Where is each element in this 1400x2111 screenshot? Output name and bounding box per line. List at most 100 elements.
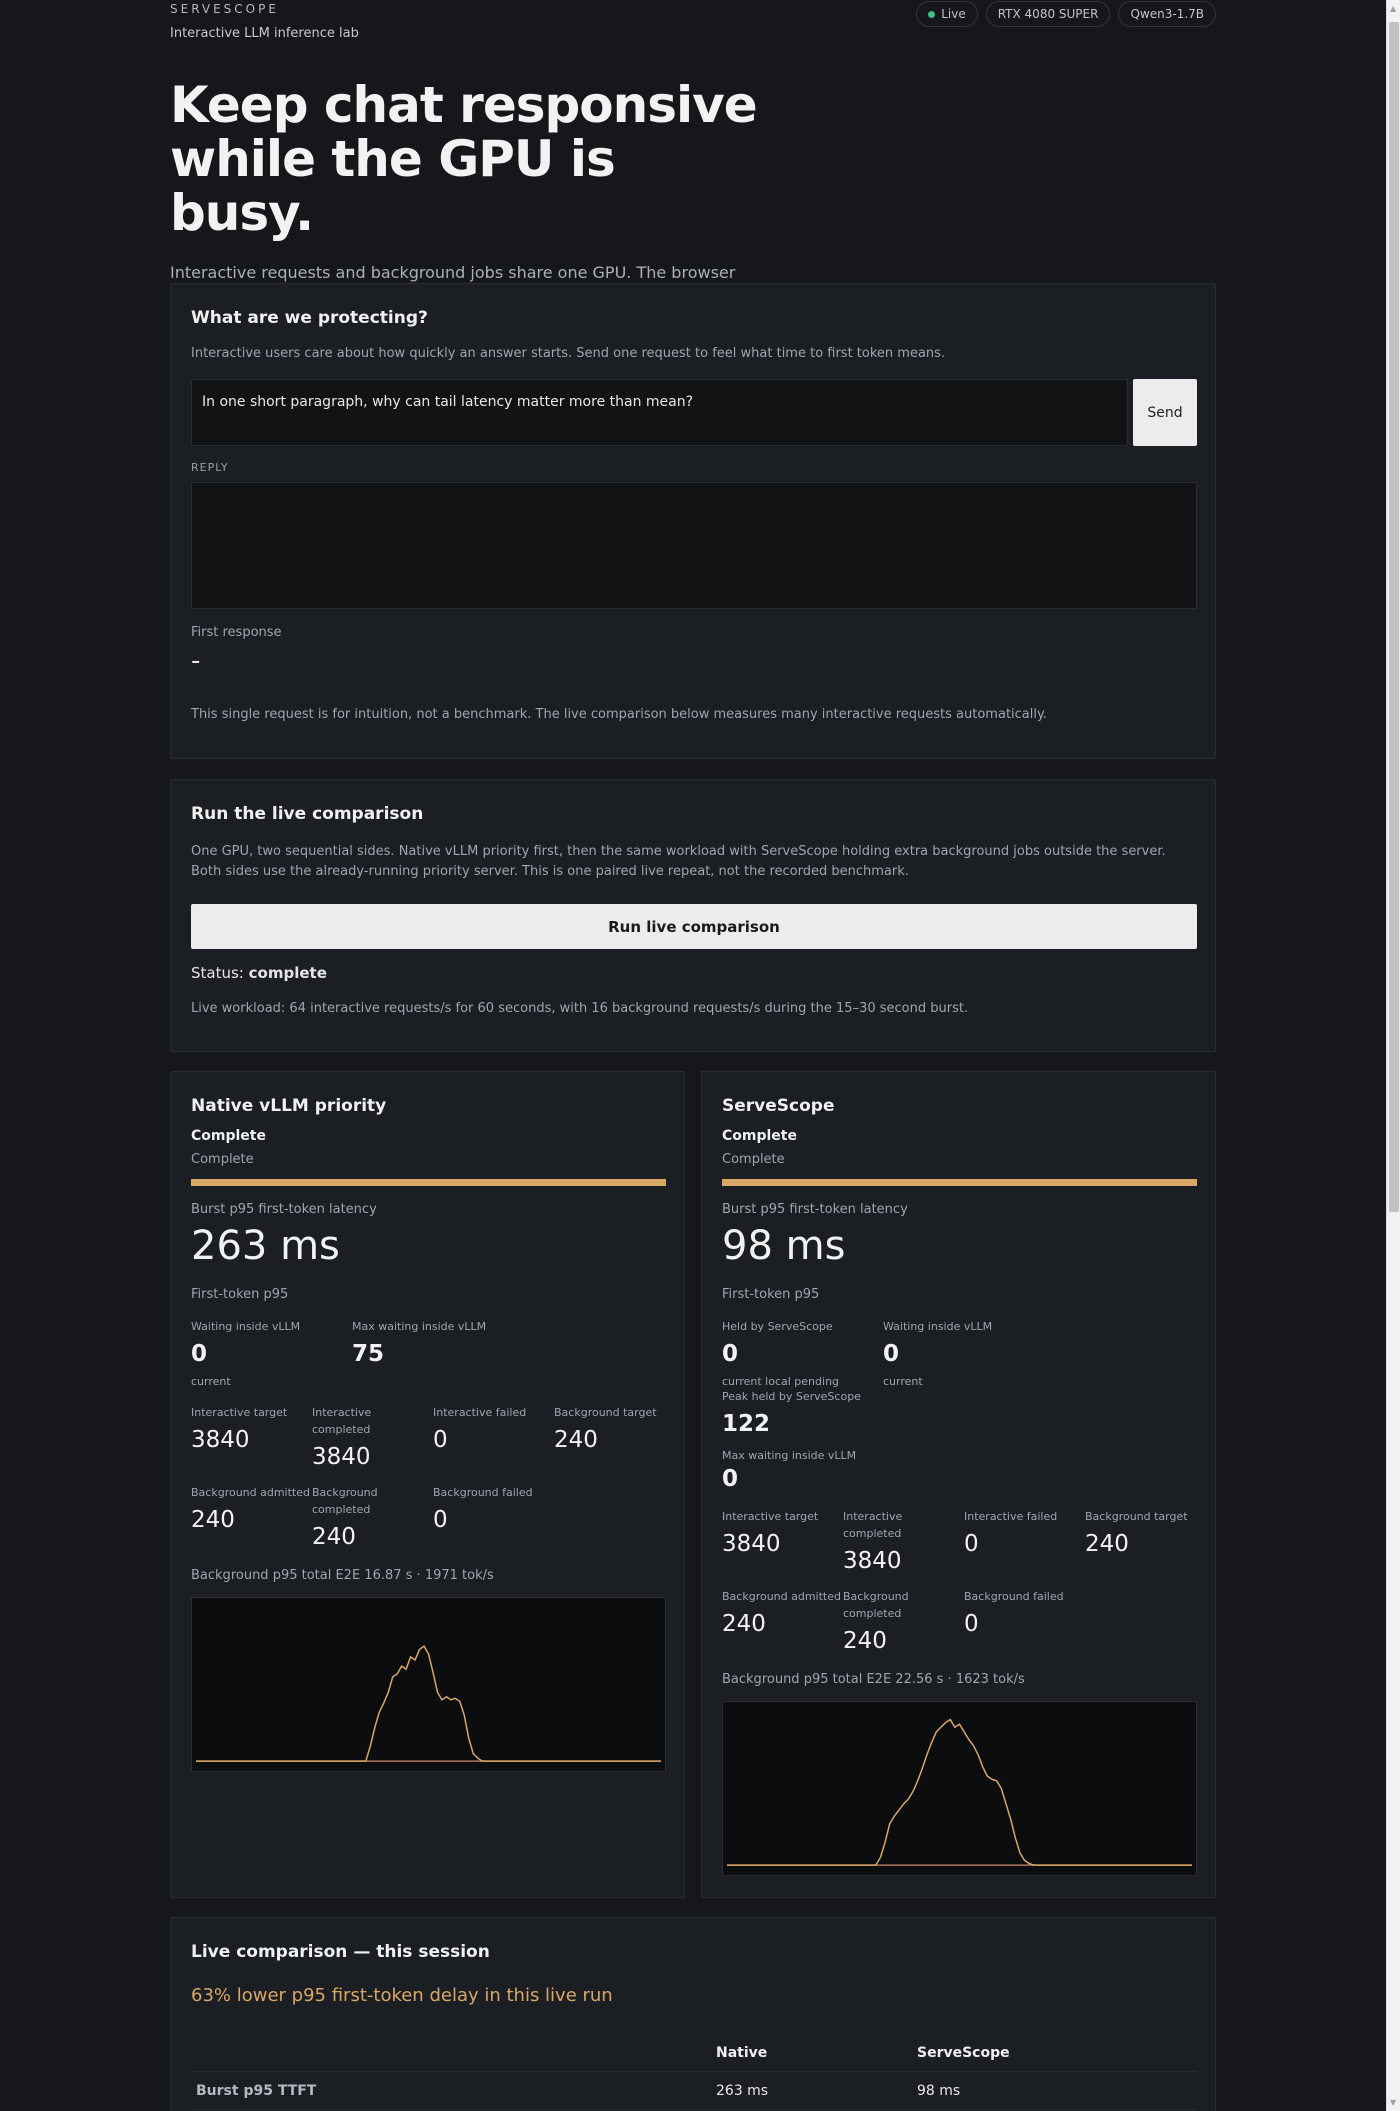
count-label: Background admitted: [191, 1486, 310, 1499]
hero-title: Keep chat responsive while the GPU is bu…: [170, 76, 758, 242]
serve-metric-value: 98 ms: [722, 1223, 846, 1269]
summary-table: Native ServeScope Burst p95 TTFT 263 ms …: [191, 2034, 1197, 2110]
count-label: Background target: [554, 1406, 657, 1419]
serve-queue-stats: Held by ServeScope 0 current local pendi…: [722, 1318, 1197, 1437]
status-label: Status:: [191, 964, 244, 982]
serve-progress-bar: [722, 1179, 1197, 1186]
stat-value: 0: [722, 1341, 739, 1367]
table-header-cell: Native: [716, 2044, 768, 2061]
page-scrollbar[interactable]: ▲ ▼: [1386, 0, 1400, 2111]
serve-max-waiting-stat: Max waiting inside vLLM 0: [722, 1447, 883, 1492]
stat-value: 0: [883, 1341, 900, 1367]
table-cell: 263 ms: [716, 2082, 769, 2099]
stat-label: Waiting inside vLLM: [191, 1320, 301, 1333]
summary-headline: 63% lower p95 first-token delay in this …: [191, 1985, 613, 2006]
prompt-input[interactable]: In one short paragraph, why can tail lat…: [191, 379, 1128, 446]
count-label: Background failed: [433, 1486, 533, 1499]
stat-value: 75: [352, 1341, 385, 1367]
model-pill: Qwen3-1.7B: [1118, 1, 1216, 27]
native-progress-fill: [191, 1179, 666, 1186]
run-status: Status: complete: [191, 964, 327, 982]
count-label: Background admitted: [722, 1590, 841, 1603]
count-value: 240: [191, 1507, 235, 1533]
count-value: 3840: [191, 1427, 250, 1453]
count-value: 240: [722, 1611, 766, 1637]
stat-caption: current local pending: [722, 1375, 840, 1388]
native-count-cell: Background failed 0: [433, 1484, 554, 1550]
protect-title: What are we protecting?: [191, 308, 428, 328]
workload-note: Live workload: 64 interactive requests/s…: [191, 1001, 969, 1016]
serve-count-cell: Background target 240: [1085, 1508, 1197, 1574]
serve-progress-fill: [722, 1179, 1197, 1186]
run-title: Run the live comparison: [191, 804, 424, 824]
count-label: Background failed: [964, 1590, 1064, 1603]
serve-state: Complete: [722, 1128, 797, 1144]
native-metric-label: Burst p95 first-token latency: [191, 1202, 377, 1217]
status-value: complete: [248, 964, 327, 982]
native-count-cell: Background completed 240: [312, 1484, 433, 1550]
count-label: Interactive target: [191, 1406, 288, 1419]
count-label: Background target: [1085, 1510, 1188, 1523]
serve-held-stat: Held by ServeScope 0 current local pendi…: [722, 1318, 883, 1388]
stat-value: 122: [722, 1411, 771, 1437]
gpu-pill: RTX 4080 SUPER: [985, 1, 1111, 27]
live-dot-icon: [928, 10, 936, 18]
serve-title: ServeScope: [722, 1096, 835, 1116]
serve-max-waiting-row: Max waiting inside vLLM 0: [722, 1447, 1197, 1492]
servescope-card: ServeScope Complete Complete Burst p95 f…: [701, 1071, 1216, 1898]
native-count-cell: Background admitted 240: [191, 1484, 312, 1550]
serve-count-cell: Interactive completed 3840: [843, 1508, 964, 1574]
count-value: 3840: [722, 1531, 781, 1557]
count-value: 0: [433, 1427, 448, 1453]
table-row: Burst p95 TTFT 263 ms 98 ms: [191, 2072, 1197, 2110]
send-button[interactable]: Send: [1133, 379, 1197, 446]
serve-count-cell: Background admitted 240: [722, 1588, 843, 1654]
serve-sparkline: [722, 1701, 1197, 1876]
serve-peak-stat: Peak held by ServeScope 122: [722, 1388, 883, 1437]
native-metric-value: 263 ms: [191, 1223, 340, 1269]
stat-label: Waiting inside vLLM: [883, 1320, 993, 1333]
serve-count-cell: Interactive failed 0: [964, 1508, 1085, 1574]
scroll-up-icon[interactable]: ▲: [1390, 4, 1396, 13]
stat-label: Max waiting inside vLLM: [352, 1320, 487, 1333]
brand-name: SERVESCOPE: [170, 2, 279, 16]
native-bg-line: Background p95 total E2E 16.87 s · 1971 …: [191, 1568, 494, 1583]
table-header-cell: ServeScope: [917, 2044, 1010, 2061]
count-value: 240: [843, 1628, 887, 1654]
native-count-cell: Background target 240: [554, 1404, 666, 1470]
count-label: Background completed: [312, 1486, 378, 1516]
stat-caption: current: [191, 1375, 231, 1388]
native-queue-stats: Waiting inside vLLM 0 current Max waitin…: [191, 1318, 666, 1388]
native-progress-bar: [191, 1179, 666, 1186]
brand-tagline: Interactive LLM inference lab: [170, 26, 359, 41]
live-pill-label: Live: [941, 7, 966, 21]
first-response-label: First response: [191, 625, 282, 640]
sparkline-series: [195, 1645, 662, 1762]
protect-intro: Interactive users care about how quickly…: [191, 346, 946, 361]
scrollbar-thumb[interactable]: [1389, 22, 1399, 1212]
stat-caption: current: [883, 1375, 923, 1388]
count-label: Interactive target: [722, 1510, 819, 1523]
protect-note: This single request is for intuition, no…: [191, 707, 1047, 722]
table-header-row: Native ServeScope: [191, 2034, 1197, 2072]
header-pills: Live RTX 4080 SUPER Qwen3-1.7B: [916, 1, 1216, 27]
serve-bg-line: Background p95 total E2E 22.56 s · 1623 …: [722, 1672, 1025, 1687]
table-cell: Burst p95 TTFT: [196, 2082, 317, 2099]
serve-metric-label: Burst p95 first-token latency: [722, 1202, 908, 1217]
native-state: Complete: [191, 1128, 266, 1144]
native-count-cell: Interactive target 3840: [191, 1404, 312, 1470]
count-value: 3840: [843, 1548, 902, 1574]
serve-count-cell: Interactive target 3840: [722, 1508, 843, 1574]
run-comparison-button[interactable]: Run live comparison: [191, 904, 1197, 949]
sparkline-series: [726, 1718, 1193, 1866]
count-value: 0: [964, 1611, 979, 1637]
reply-output[interactable]: [191, 482, 1197, 609]
stat-value: 0: [722, 1466, 739, 1492]
live-pill: Live: [916, 1, 978, 27]
native-counts: Interactive target 3840 Interactive compl…: [191, 1404, 666, 1550]
summary-card: Live comparison — this session 63% lower…: [170, 1917, 1216, 2111]
count-value: 3840: [312, 1444, 371, 1470]
serve-waiting-stat: Waiting inside vLLM 0 current: [883, 1318, 1044, 1388]
run-description: One GPU, two sequential sides. Native vL…: [191, 844, 1166, 879]
scroll-down-icon[interactable]: ▼: [1390, 2098, 1396, 2107]
